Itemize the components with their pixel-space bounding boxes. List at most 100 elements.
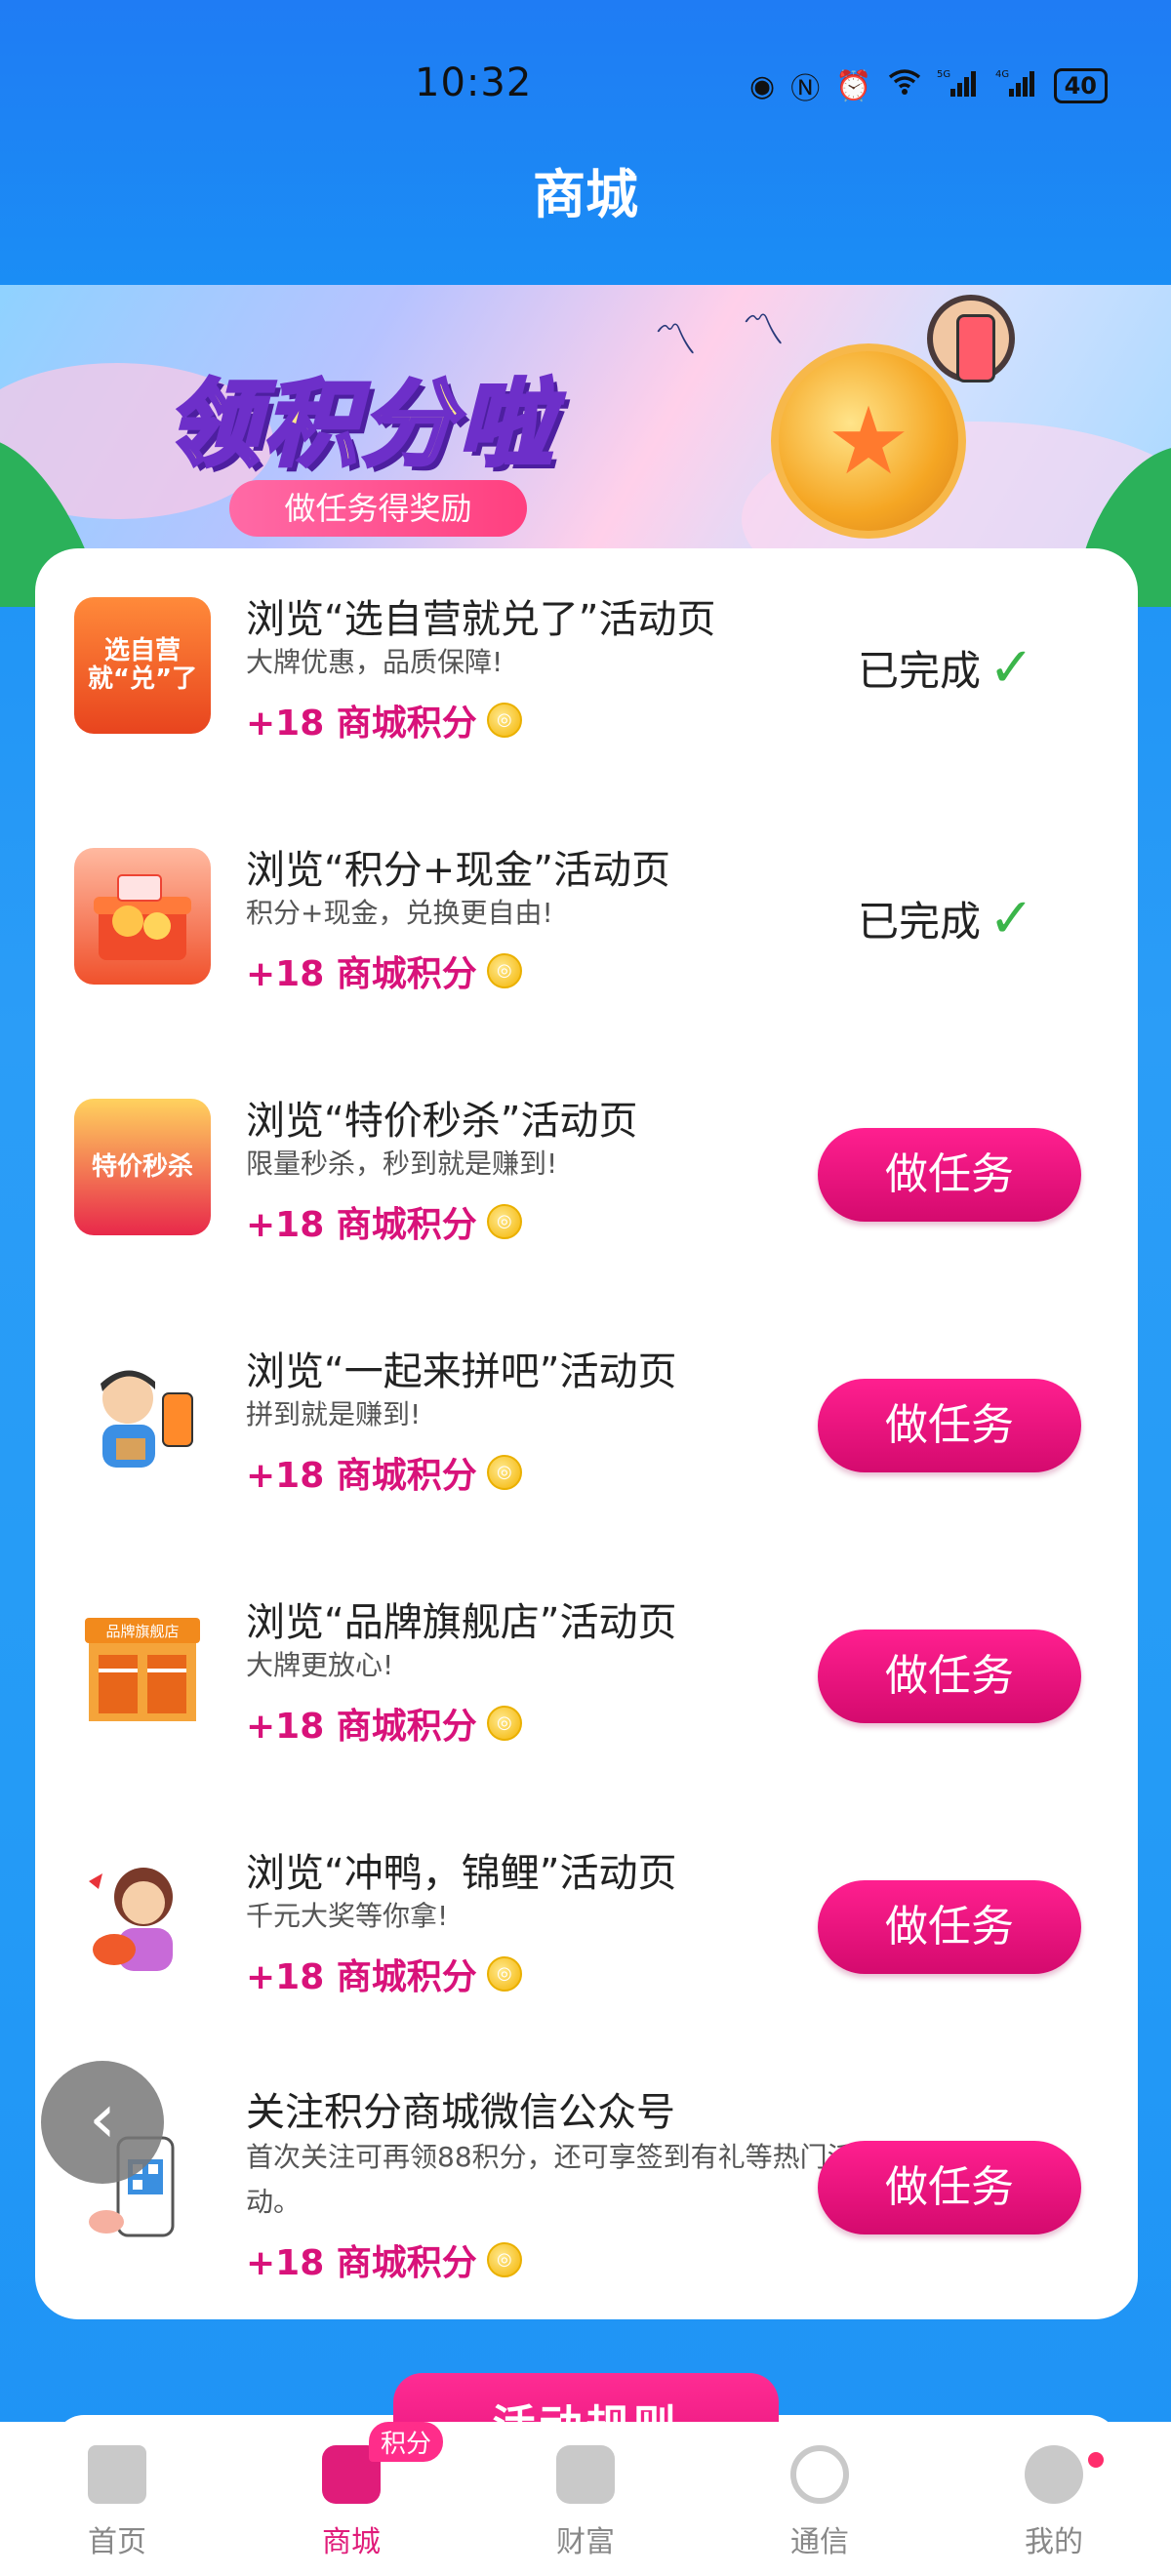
person-phone-icon (74, 1349, 211, 1486)
task-status: 已完成 ✓ (858, 636, 1034, 700)
task-desc: 首次关注可再领88积分，还可享签到有礼等热门活动。 (246, 2141, 855, 2218)
points-coin-icon: ◎ (486, 703, 522, 738)
nfc-icon: Ⓝ (790, 72, 821, 106)
girl-koi-icon (74, 1851, 211, 1988)
nav-item-mall[interactable]: 积分 商城 (234, 2422, 468, 2560)
task-points-text: +18 商城积分 (246, 704, 477, 744)
task-points-text: +18 商城积分 (246, 1456, 477, 1496)
storefront-icon: 品牌旗舰店 (74, 1600, 211, 1737)
status-icons: ◉ Ⓝ ⏰ 5G 4G 40 (749, 64, 1108, 107)
task-icon: 特价秒杀 (74, 1099, 211, 1235)
task-points-text: +18 商城积分 (246, 1707, 477, 1747)
bottom-nav: 首页 积分 商城 财富 通信 我的 (0, 2422, 1171, 2576)
do-task-button[interactable]: 做任务 (818, 2141, 1081, 2234)
task-desc: 积分+现金，兑换更自由! (246, 897, 553, 929)
wallet-icon (556, 2445, 615, 2504)
task-icon: 选自营就“兑”了 (74, 597, 211, 734)
task-points: +18 商城积分 ◎ (246, 1447, 522, 1498)
china-mobile-icon (790, 2445, 849, 2504)
alarm-icon: ⏰ (835, 68, 872, 103)
task-item: 浏览“积分+现金”活动页 积分+现金，兑换更自由! +18 商城积分 ◎ 已完成… (35, 836, 1138, 1070)
status-time: 10:32 (415, 60, 533, 105)
points-coin-icon: ◎ (486, 1706, 522, 1741)
task-item: 特价秒杀 浏览“特价秒杀”活动页 限量秒杀，秒到就是赚到! +18 商城积分 ◎… (35, 1087, 1138, 1321)
check-icon: ✓ (989, 636, 1034, 700)
points-coin-icon: ◎ (486, 2242, 522, 2277)
task-title: 浏览“一起来拼吧”活动页 (246, 1349, 677, 1394)
task-card: 选自营就“兑”了 浏览“选自营就兑了”活动页 大牌优惠，品质保障! +18 商城… (35, 548, 1138, 2319)
svg-text:5G: 5G (937, 69, 950, 80)
task-desc: 大牌优惠，品质保障! (246, 646, 504, 678)
task-item: 浏览“一起来拼吧”活动页 拼到就是赚到! +18 商城积分 ◎ 做任务 (35, 1338, 1138, 1572)
banner-subtitle: 做任务得奖励 (229, 480, 527, 537)
nav-item-home[interactable]: 首页 (0, 2422, 234, 2560)
task-points-text: +18 商城积分 (246, 2243, 477, 2283)
task-desc: 大牌更放心! (246, 1649, 394, 1681)
points-coin-icon: ◎ (486, 1455, 522, 1490)
battery-icon: 40 (1053, 68, 1108, 103)
task-title: 浏览“积分+现金”活动页 (246, 848, 670, 893)
chevron-left-icon: ‹ (89, 2078, 116, 2158)
eye-icon: ◉ (749, 68, 776, 103)
task-status: 已完成 ✓ (858, 887, 1034, 950)
points-coin-icon: ◎ (486, 1956, 522, 1992)
floating-back-button[interactable]: ‹ (41, 2061, 164, 2184)
task-item: 浏览“冲鸭，锦鲤”活动页 千元大奖等你拿! +18 商城积分 ◎ 做任务 (35, 1839, 1138, 2073)
do-task-button[interactable]: 做任务 (818, 1880, 1081, 1974)
gift-box-icon (74, 848, 211, 985)
check-icon: ✓ (989, 887, 1034, 950)
task-points: +18 商城积分 ◎ (246, 1949, 522, 1999)
points-coin-icon: ◎ (486, 953, 522, 988)
task-item: 选自营就“兑”了 浏览“选自营就兑了”活动页 大牌优惠，品质保障! +18 商城… (35, 585, 1138, 820)
nav-item-me[interactable]: 我的 (937, 2422, 1171, 2560)
bird-icon: 〽 (654, 315, 697, 365)
task-points: +18 商城积分 ◎ (246, 695, 522, 745)
task-icon-label: 选自营就“兑”了 (87, 636, 198, 694)
wifi-icon (888, 68, 921, 103)
page-title: 商城 (533, 164, 638, 225)
profile-icon (1025, 2445, 1083, 2504)
task-title: 浏览“选自营就兑了”活动页 (246, 597, 716, 642)
4g-signal-icon: 4G (995, 67, 1038, 104)
task-title: 浏览“特价秒杀”活动页 (246, 1099, 638, 1144)
status-label: 已完成 (858, 647, 982, 695)
points-coin-icon: ◎ (486, 1204, 522, 1239)
nav-label: 财富 (556, 2525, 615, 2559)
task-desc: 千元大奖等你拿! (246, 1900, 449, 1932)
nav-badge: 积分 (369, 2422, 444, 2462)
do-task-button[interactable]: 做任务 (818, 1128, 1081, 1222)
task-points-text: +18 商城积分 (246, 1957, 477, 1997)
task-desc: 拼到就是赚到! (246, 1398, 422, 1430)
do-task-button[interactable]: 做任务 (818, 1630, 1081, 1723)
task-desc: 限量秒杀，秒到就是赚到! (246, 1147, 558, 1180)
nav-label: 我的 (1025, 2525, 1083, 2559)
gold-coin-icon: ★ (771, 343, 966, 539)
task-title: 浏览“品牌旗舰店”活动页 (246, 1600, 677, 1645)
task-points-text: +18 商城积分 (246, 954, 477, 994)
nav-label: 商城 (322, 2525, 381, 2559)
storefront-sign: 品牌旗舰店 (105, 1623, 179, 1640)
notification-dot (1085, 2449, 1107, 2471)
task-item: 关注积分商城微信公众号 首次关注可再领88积分，还可享签到有礼等热门活动。 +1… (35, 2080, 1138, 2344)
nav-item-telecom[interactable]: 通信 (703, 2422, 937, 2560)
bird-icon: 〽 (742, 305, 785, 355)
task-title: 浏览“冲鸭，锦鲤”活动页 (246, 1851, 677, 1896)
do-task-button[interactable]: 做任务 (818, 1379, 1081, 1472)
svg-text:4G: 4G (995, 69, 1009, 80)
phone-illustration (956, 314, 995, 382)
home-icon (88, 2445, 146, 2504)
status-label: 已完成 (858, 898, 982, 946)
status-bar: 10:32 ◉ Ⓝ ⏰ 5G 4G 40 (0, 0, 1171, 166)
nav-label: 通信 (790, 2525, 849, 2559)
task-item: 品牌旗舰店 浏览“品牌旗舰店”活动页 大牌更放心! +18 商城积分 ◎ 做任务 (35, 1589, 1138, 1823)
banner-title: 领积分啦 (164, 368, 556, 481)
nav-item-wealth[interactable]: 财富 (468, 2422, 703, 2560)
task-points-text: +18 商城积分 (246, 1205, 477, 1245)
task-points: +18 商城积分 ◎ (246, 2234, 522, 2285)
task-points: +18 商城积分 ◎ (246, 1196, 522, 1247)
5g-signal-icon: 5G (937, 67, 980, 104)
task-title: 关注积分商城微信公众号 (246, 2090, 675, 2135)
nav-label: 首页 (88, 2525, 146, 2559)
task-points: +18 商城积分 ◎ (246, 946, 522, 996)
task-points: +18 商城积分 ◎ (246, 1698, 522, 1749)
